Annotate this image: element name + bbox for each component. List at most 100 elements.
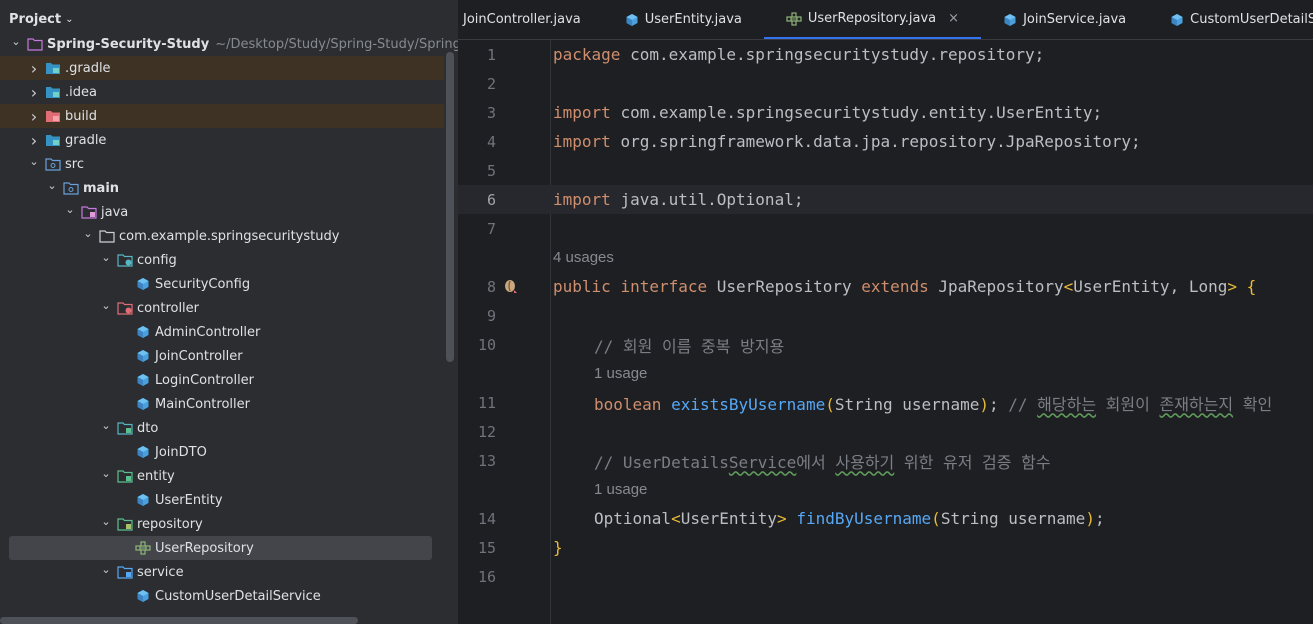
project-panel-title[interactable]: Project (9, 12, 61, 27)
code-line[interactable]: 8 public interface UserRepository extends… (458, 272, 1313, 301)
tree-item-dto[interactable]: ⌄ dto (0, 416, 444, 440)
tree-item-userentity[interactable]: UserEntity (0, 488, 444, 512)
code-line[interactable]: 5 (458, 156, 1313, 185)
chevron-down-icon[interactable]: ⌄ (99, 299, 113, 312)
chevron-down-icon[interactable]: ⌄ (27, 155, 41, 168)
tree-item-maincontroller[interactable]: MainController (0, 392, 444, 416)
tree-item-userrepository[interactable]: UserRepository (9, 536, 432, 560)
usages-hint[interactable]: 1 usage (458, 359, 1313, 388)
code-line[interactable]: 6 import java.util.Optional; (458, 185, 1313, 214)
tree-item-gradle[interactable]: › gradle (0, 128, 444, 152)
tree-item-label: MainController (155, 396, 250, 412)
code-area[interactable]: 1 package com.example.springsecuritystudy… (458, 40, 1313, 591)
code-line[interactable]: 7 (458, 214, 1313, 243)
code-text: public interface UserRepository extends … (553, 277, 1256, 296)
tree-item-com-example-springsecuritystudy[interactable]: ⌄ com.example.springsecuritystudy (0, 224, 444, 248)
code-text: package com.example.springsecuritystudy.… (553, 45, 1044, 64)
tree-item-label: com.example.springsecuritystudy (119, 228, 340, 244)
close-icon[interactable]: × (948, 11, 959, 26)
tree-item-controller[interactable]: ⌄ controller (0, 296, 444, 320)
code-line[interactable]: 10 // 회원 이름 중복 방지용 (458, 330, 1313, 359)
tree-item-securityconfig[interactable]: SecurityConfig (0, 272, 444, 296)
code-line[interactable]: 4 import org.springframework.data.jpa.rep… (458, 127, 1313, 156)
code-token: public (553, 277, 611, 296)
code-line[interactable]: 16 (458, 562, 1313, 591)
tree-item-joincontroller[interactable]: JoinController (0, 344, 444, 368)
tree-item-idea[interactable]: › .idea (0, 80, 444, 104)
tree-item-joindto[interactable]: JoinDTO (0, 440, 444, 464)
editor-tab-joincontroller-java[interactable]: JoinController.java (458, 0, 603, 39)
chevron-down-icon[interactable]: ⌄ (99, 419, 113, 432)
code-line[interactable]: 1 package com.example.springsecuritystudy… (458, 40, 1313, 69)
tab-label: UserRepository.java (807, 11, 937, 26)
project-tree: ⌄ Spring-Security-Study ~/Desktop/Study/Sp… (0, 32, 458, 608)
code-line[interactable]: 13 // UserDetailsService에서 사용하기 위한 유저 검증 … (458, 446, 1313, 475)
tree-item-admincontroller[interactable]: AdminController (0, 320, 444, 344)
usages-hint-text[interactable]: 1 usage (594, 481, 647, 498)
chevron-down-icon[interactable]: ⌄ (63, 203, 77, 216)
tree-item-customuserdetailservice[interactable]: CustomUserDetailService (0, 584, 444, 608)
tree-item-service[interactable]: ⌄ service (0, 560, 444, 584)
tree-item-java[interactable]: ⌄ java (0, 200, 444, 224)
usages-hint-text[interactable]: 4 usages (553, 249, 614, 266)
chevron-right-icon[interactable]: › (27, 83, 41, 102)
tree-item-src[interactable]: ⌄ src (0, 152, 444, 176)
code-line[interactable]: 3 import com.example.springsecuritystudy.… (458, 98, 1313, 127)
code-token: String username (940, 509, 1086, 528)
bean-icon[interactable] (502, 278, 520, 300)
tree-item-entity[interactable]: ⌄ entity (0, 464, 444, 488)
editor-tab-userrepository-java[interactable]: UserRepository.java × (763, 0, 982, 39)
code-token: ; (1094, 509, 1105, 528)
usages-hint[interactable]: 1 usage (458, 475, 1313, 504)
tree-item-gradle[interactable]: › .gradle (0, 56, 444, 80)
tree-item-config[interactable]: ⌄ config (0, 248, 444, 272)
chevron-down-icon[interactable]: ⌄ (99, 467, 113, 480)
editor-tab-userentity-java[interactable]: UserEntity.java (603, 0, 764, 39)
chevron-down-icon[interactable]: ⌄ (81, 227, 95, 240)
chevron-down-icon[interactable]: ⌄ (99, 251, 113, 264)
code-token: Optional (594, 509, 672, 528)
code-token: 사용하기 (835, 452, 895, 472)
tree-item-label: build (65, 108, 97, 124)
code-line[interactable]: 11 boolean existsByUsername(String userna… (458, 388, 1313, 417)
code-token: // (1008, 394, 1038, 414)
editor-tab-joinservice-java[interactable]: JoinService.java (981, 0, 1148, 39)
tree-item-label: gradle (65, 132, 107, 148)
chevron-right-icon[interactable]: › (27, 107, 41, 126)
code-text: import org.springframework.data.jpa.repo… (553, 132, 1141, 151)
usages-hint-text[interactable]: 1 usage (594, 365, 647, 382)
tree-item-label: JoinDTO (155, 444, 207, 460)
excluded-folder-icon (45, 109, 61, 123)
code-token: ) (1085, 509, 1095, 528)
tree-item-logincontroller[interactable]: LoginController (0, 368, 444, 392)
chevron-down-icon[interactable]: ⌄ (9, 35, 23, 48)
tree-item-label: java (101, 204, 129, 220)
code-line[interactable]: 12 (458, 417, 1313, 446)
chevron-down-icon[interactable]: ⌄ (99, 515, 113, 528)
code-token: ( (825, 394, 835, 414)
chevron-right-icon[interactable]: › (27, 59, 41, 78)
chevron-right-icon[interactable]: › (27, 131, 41, 150)
code-line[interactable]: 15} (458, 533, 1313, 562)
tree-item-spring-security-study[interactable]: ⌄ Spring-Security-Study ~/Desktop/Study/Sp… (0, 32, 458, 56)
tree-item-main[interactable]: ⌄ main (0, 176, 444, 200)
tree-item-build[interactable]: › build (0, 104, 444, 128)
project-tree-vertical-scrollbar[interactable] (446, 52, 454, 362)
editor-tab-customuserdetailservice-java[interactable]: CustomUserDetailService.java (1148, 0, 1313, 39)
code-token: 존재하는지 (1159, 394, 1234, 414)
package-icon (99, 229, 115, 243)
chevron-down-icon[interactable]: ⌄ (65, 14, 73, 25)
code-token: import (553, 103, 611, 122)
usages-hint[interactable]: 4 usages (458, 243, 1313, 272)
code-line[interactable]: 14 Optional<UserEntity> findByUsername(St… (458, 504, 1313, 533)
chevron-down-icon[interactable]: ⌄ (45, 179, 59, 192)
tree-item-repository[interactable]: ⌄ repository (0, 512, 444, 536)
code-line[interactable]: 9 (458, 301, 1313, 330)
project-tree-horizontal-scrollbar[interactable] (0, 617, 358, 624)
chevron-down-icon[interactable]: ⌄ (99, 563, 113, 576)
folder-icon (45, 61, 61, 75)
line-number: 16 (477, 567, 496, 586)
repository-interface-icon (135, 541, 151, 555)
code-line[interactable]: 2 (458, 69, 1313, 98)
code-token: // UserDetails (594, 452, 729, 472)
